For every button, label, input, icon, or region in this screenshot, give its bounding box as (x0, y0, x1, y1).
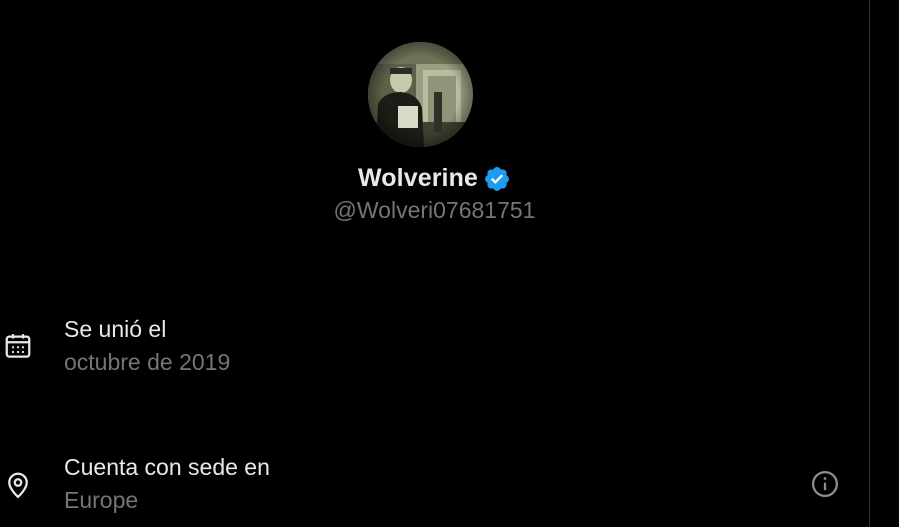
calendar-icon (3, 331, 33, 361)
verified-badge-icon[interactable] (483, 165, 511, 193)
joined-label: Se unió el (64, 316, 167, 342)
location-row: Cuenta con sede en Europe (0, 450, 869, 520)
location-pin-icon (3, 470, 33, 500)
info-icon[interactable] (809, 468, 841, 500)
user-handle: @Wolveri07681751 (333, 197, 536, 223)
avatar[interactable] (368, 42, 473, 147)
column-divider (869, 0, 870, 527)
profile-about-panel: Wolverine @Wolveri07681751 Se unió el oc… (0, 0, 899, 527)
joined-date: octubre de 2019 (64, 349, 231, 375)
display-name[interactable]: Wolverine (358, 164, 478, 193)
joined-row: Se unió el octubre de 2019 (0, 312, 869, 382)
name-row: Wolverine (0, 160, 869, 196)
location-label: Cuenta con sede en (64, 454, 270, 480)
location-value: Europe (64, 487, 139, 513)
